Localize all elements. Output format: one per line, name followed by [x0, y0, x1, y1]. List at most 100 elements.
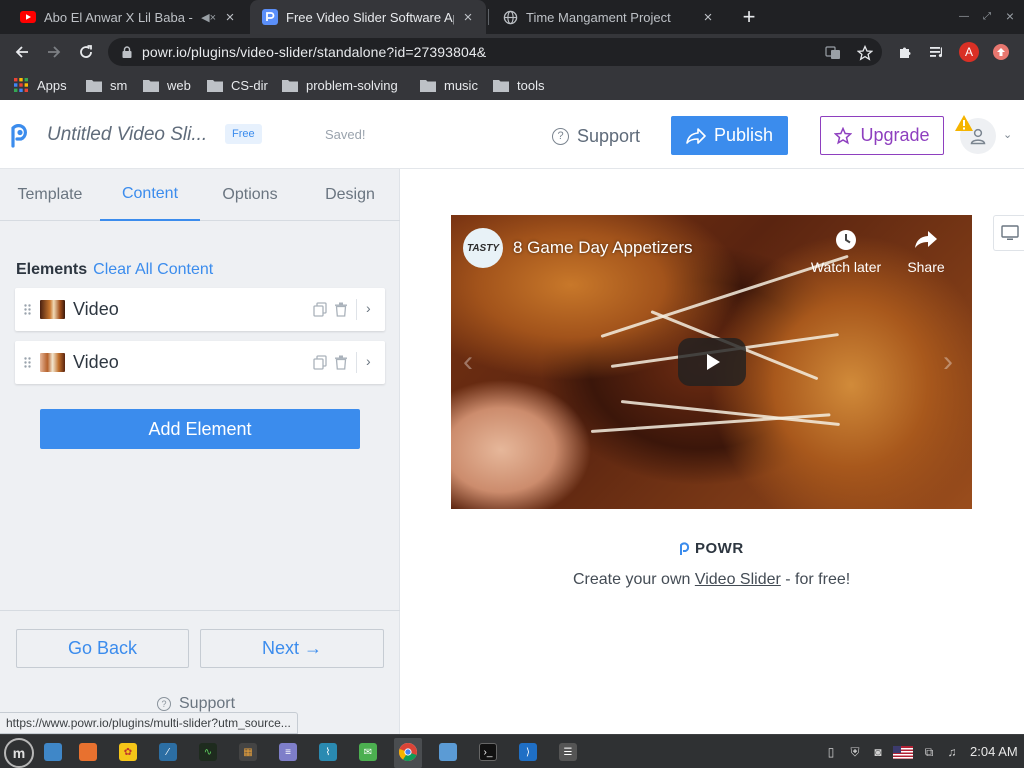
- shield-tray-icon[interactable]: ⛨: [847, 744, 863, 760]
- vscode-taskbar-icon[interactable]: ⟩: [519, 743, 537, 761]
- database-taskbar-icon[interactable]: ☰: [559, 743, 577, 761]
- tab-design[interactable]: Design: [300, 169, 400, 221]
- bookmark-apps[interactable]: Apps: [14, 70, 67, 100]
- extensions-puzzle-icon[interactable]: [895, 42, 915, 62]
- video-title[interactable]: 8 Game Day Appetizers: [513, 238, 693, 258]
- chevron-right-icon[interactable]: ›: [366, 353, 371, 369]
- reload-icon[interactable]: [74, 40, 98, 64]
- bookmark-folder-cs-dir[interactable]: CS-dir: [207, 70, 268, 100]
- sound-tray-icon[interactable]: ♫: [944, 744, 960, 760]
- folder-icon: [493, 79, 509, 92]
- code-app-icon[interactable]: ⁄: [159, 743, 177, 761]
- bookmark-folder-tools[interactable]: tools: [493, 70, 544, 100]
- tab-template[interactable]: Template: [0, 169, 100, 221]
- share-label: Share: [907, 259, 945, 275]
- text-editor-icon[interactable]: ≡: [279, 743, 297, 761]
- terminal-taskbar-icon[interactable]: ›_: [479, 743, 497, 761]
- files-taskbar-icon[interactable]: [439, 743, 457, 761]
- user-menu[interactable]: ⌄: [954, 114, 1018, 156]
- chevron-down-icon[interactable]: ⌄: [1003, 128, 1012, 141]
- bookmark-folder-sm[interactable]: sm: [86, 70, 127, 100]
- cta-prefix: Create your own: [573, 571, 695, 588]
- element-card[interactable]: Video ›: [15, 288, 385, 331]
- storage-tray-icon[interactable]: ◙: [870, 744, 886, 760]
- publish-button[interactable]: Publish: [671, 116, 788, 155]
- lock-icon[interactable]: [120, 45, 134, 59]
- drag-handle-icon[interactable]: [24, 357, 31, 368]
- mint-menu-icon[interactable]: m: [4, 738, 34, 768]
- media-queue-icon[interactable]: [927, 42, 947, 62]
- close-window-icon[interactable]: ×: [1002, 8, 1018, 24]
- new-tab-icon[interactable]: +: [737, 4, 761, 29]
- address-bar[interactable]: powr.io/plugins/video-slider/standalone?…: [108, 38, 882, 66]
- chat-app-icon[interactable]: ✉: [359, 743, 377, 761]
- bookmark-star-icon[interactable]: [856, 44, 874, 62]
- add-element-button[interactable]: Add Element: [40, 409, 360, 449]
- tab-content[interactable]: Content: [100, 169, 200, 221]
- taskbar-clock[interactable]: 2:04 AM: [970, 744, 1018, 759]
- duplicate-icon[interactable]: [313, 302, 327, 317]
- powr-logo-icon[interactable]: [10, 124, 30, 148]
- activity-monitor-icon[interactable]: ⌇: [319, 743, 337, 761]
- clock-icon: [806, 227, 886, 253]
- support-link-bottom[interactable]: ? Support: [157, 695, 235, 713]
- save-status: Saved!: [325, 127, 366, 142]
- minimize-window-icon[interactable]: —: [956, 8, 972, 24]
- browser-tab-powr[interactable]: Free Video Slider Software Ap ×: [250, 0, 486, 34]
- video-slider-link[interactable]: Video Slider: [695, 571, 781, 588]
- channel-avatar[interactable]: TASTY: [463, 228, 503, 268]
- tab-options[interactable]: Options: [200, 169, 300, 221]
- close-tab-icon[interactable]: ×: [700, 9, 716, 26]
- go-back-button[interactable]: Go Back: [16, 629, 189, 668]
- element-card[interactable]: Video ›: [15, 341, 385, 384]
- drag-handle-icon[interactable]: [24, 304, 31, 315]
- bookmark-folder-problem-solving[interactable]: problem-solving: [282, 70, 398, 100]
- share-button[interactable]: Share: [901, 227, 951, 275]
- upgrade-button[interactable]: Upgrade: [820, 116, 944, 155]
- show-desktop-icon[interactable]: [44, 743, 62, 761]
- firefox-icon[interactable]: [79, 743, 97, 761]
- close-tab-icon[interactable]: ×: [222, 9, 238, 26]
- bookmark-folder-music[interactable]: music: [420, 70, 478, 100]
- close-tab-icon[interactable]: ×: [460, 9, 476, 26]
- support-label: Support: [179, 695, 236, 712]
- browser-tab-youtube[interactable]: Abo El Anwar X Lil Baba - ◀× ×: [8, 0, 248, 34]
- video-player[interactable]: TASTY 8 Game Day Appetizers Watch later …: [451, 215, 972, 509]
- powr-brand[interactable]: POWR: [679, 540, 744, 557]
- us-flag-icon[interactable]: [893, 744, 913, 760]
- watch-later-label: Watch later: [810, 259, 882, 275]
- bookmark-label: problem-solving: [306, 77, 398, 93]
- support-link[interactable]: ? Support: [552, 124, 640, 148]
- slider-prev-arrow-icon[interactable]: ‹: [463, 345, 473, 379]
- trash-icon[interactable]: [334, 355, 348, 370]
- media-app-icon[interactable]: ▦: [239, 743, 257, 761]
- chrome-update-icon[interactable]: [993, 44, 1009, 60]
- slider-next-arrow-icon[interactable]: ›: [943, 345, 953, 379]
- browser-tab-time-management[interactable]: Time Mangament Project ×: [490, 0, 726, 34]
- youtube-icon: [20, 9, 36, 25]
- muted-speaker-icon[interactable]: ◀×: [201, 11, 216, 24]
- chevron-right-icon[interactable]: ›: [366, 300, 371, 316]
- desktop-preview-icon[interactable]: [993, 215, 1024, 251]
- trash-icon[interactable]: [334, 302, 348, 317]
- game-app-icon[interactable]: ✿: [119, 743, 137, 761]
- clear-all-content-link[interactable]: Clear All Content: [93, 261, 213, 279]
- link-status-bubble: https://www.powr.io/plugins/multi-slider…: [0, 712, 298, 734]
- back-arrow-icon[interactable]: [10, 40, 34, 64]
- forward-arrow-icon[interactable]: [42, 40, 66, 64]
- translate-icon[interactable]: [824, 44, 842, 62]
- help-circle-icon: ?: [552, 127, 569, 145]
- restore-window-icon[interactable]: ⤢: [979, 8, 995, 24]
- profile-avatar[interactable]: A: [959, 42, 979, 62]
- system-monitor-icon[interactable]: ∿: [199, 743, 217, 761]
- app-title[interactable]: Untitled Video Sli...: [47, 124, 217, 146]
- play-button[interactable]: [678, 338, 746, 386]
- network-tray-icon[interactable]: ⧉: [921, 744, 937, 760]
- next-button[interactable]: Next →: [200, 629, 384, 668]
- bookmark-folder-web[interactable]: web: [143, 70, 191, 100]
- duplicate-icon[interactable]: [313, 355, 327, 370]
- watch-later-button[interactable]: Watch later: [806, 227, 886, 275]
- clipboard-tray-icon[interactable]: ▯: [823, 744, 839, 760]
- browser-toolbar: powr.io/plugins/video-slider/standalone?…: [0, 34, 1024, 70]
- chrome-taskbar-icon[interactable]: [399, 743, 417, 761]
